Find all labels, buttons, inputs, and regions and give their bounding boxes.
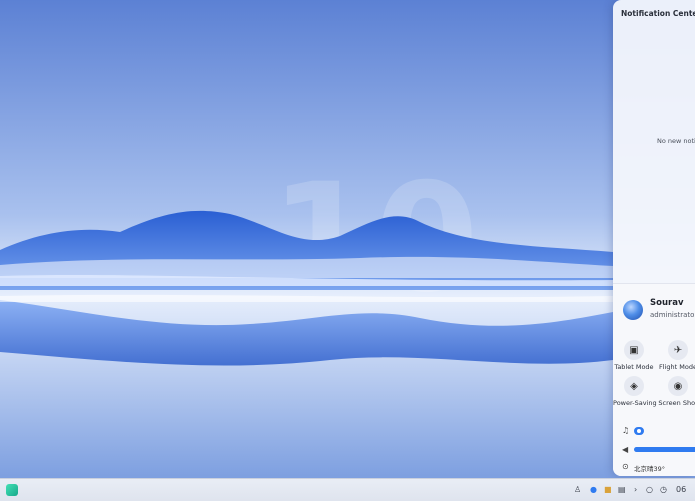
- clock[interactable]: 06: [676, 483, 686, 497]
- tablet-mode-tile[interactable]: ▣ Tablet Mode: [613, 340, 655, 371]
- notification-toggle[interactable]: [634, 427, 644, 435]
- notification-center: Notification Center No new notifications…: [613, 0, 695, 476]
- tile-label: Screen Shot: [658, 399, 695, 407]
- user-name: Sourav: [650, 298, 684, 308]
- avatar[interactable]: [623, 300, 643, 320]
- volume-slider[interactable]: [634, 447, 695, 452]
- launcher-icon[interactable]: [6, 484, 18, 496]
- notification-center-title: Notification Center: [621, 9, 695, 18]
- power-saving-tile[interactable]: ◈ Power-Saving: [613, 376, 657, 407]
- location-icon: ⊙: [622, 462, 629, 471]
- weather-text: 北京晴39°: [634, 465, 666, 473]
- printer-icon[interactable]: ▤: [618, 483, 626, 497]
- bell-icon: ♫: [622, 426, 630, 435]
- flight-mode-tile[interactable]: ✈ Flight Mode: [657, 340, 695, 371]
- chevron-right-icon[interactable]: ›: [634, 483, 637, 497]
- desktop: 10: [0, 0, 695, 478]
- user-role: administrator: [650, 311, 695, 319]
- folder-icon[interactable]: ■: [604, 483, 612, 497]
- leaf-icon: ◈: [624, 376, 644, 396]
- tile-label: Flight Mode: [659, 363, 695, 371]
- camera-icon: ◉: [668, 376, 688, 396]
- search-icon[interactable]: ○: [646, 483, 653, 497]
- tile-label: Tablet Mode: [614, 363, 654, 371]
- app-icon[interactable]: ●: [590, 483, 597, 497]
- control-center: Sourav administrator ▣ Tablet Mode ✈ Fli…: [613, 283, 695, 476]
- wallpaper: 10: [0, 0, 695, 478]
- tile-label: Power-Saving: [613, 399, 657, 407]
- empty-notifications-message: No new notifications: [657, 137, 695, 145]
- volume-icon: ◀: [622, 445, 629, 454]
- user-icon[interactable]: ♙: [574, 483, 581, 497]
- taskbar: ♙ ● ■ ▤ › ○ ◷ 06: [0, 478, 695, 501]
- tablet-icon: ▣: [624, 340, 644, 360]
- network-icon[interactable]: ◷: [660, 483, 667, 497]
- screen-shot-tile[interactable]: ◉ Screen Shot: [657, 376, 695, 407]
- airplane-icon: ✈: [668, 340, 688, 360]
